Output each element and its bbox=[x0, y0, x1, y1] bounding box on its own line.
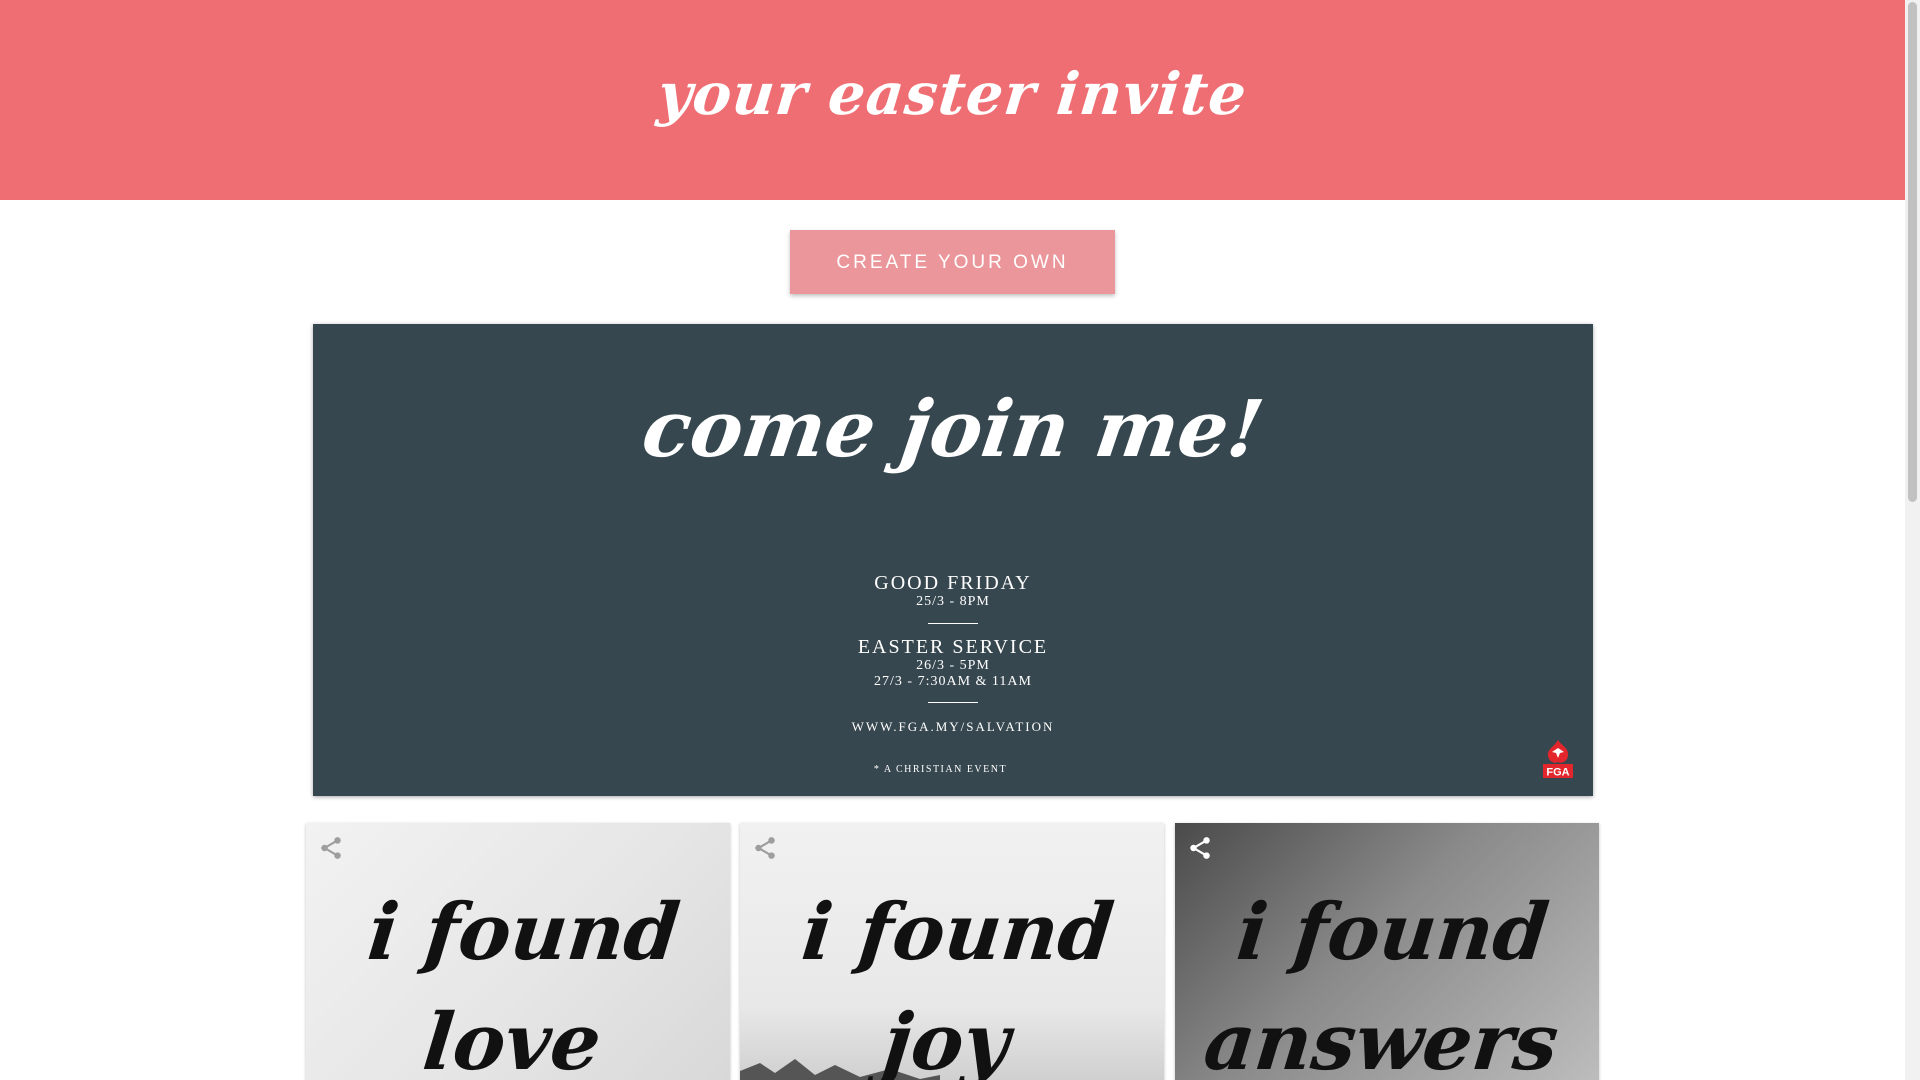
event-time: 25/3 - 8PM bbox=[916, 594, 990, 609]
gallery-line: joy bbox=[878, 997, 1014, 1080]
share-icon[interactable] bbox=[752, 835, 778, 861]
gallery-line: i found bbox=[363, 887, 684, 978]
gallery-card-text: i found joy bbox=[740, 878, 1164, 1080]
page-title: your easter invite bbox=[654, 60, 1251, 128]
event-time: 27/3 - 7:30AM & 11AM bbox=[874, 674, 1032, 689]
gallery-line: love bbox=[419, 997, 606, 1080]
gallery-line: i found bbox=[797, 887, 1118, 978]
disclaimer-text: * A CHRISTIAN EVENT bbox=[873, 764, 1008, 775]
fga-logo: FGA bbox=[1543, 740, 1573, 779]
gallery-card-joy[interactable]: i found joy bbox=[740, 823, 1164, 1080]
gallery-card-text: i found answers bbox=[1175, 878, 1599, 1080]
gallery-card-love[interactable]: i found love bbox=[306, 823, 730, 1080]
page: your easter invite CREATE YOUR OWN come … bbox=[0, 0, 1905, 1080]
event-time: 26/3 - 5PM bbox=[916, 658, 990, 673]
gallery-line: i found bbox=[1232, 887, 1553, 978]
gallery-card-answers[interactable]: i found answers bbox=[1175, 823, 1599, 1080]
header-banner: your easter invite bbox=[0, 0, 1905, 200]
event-good-friday: GOOD FRIDAY 25/3 - 8PM bbox=[313, 572, 1593, 610]
share-icon[interactable] bbox=[318, 835, 344, 861]
event-name: EASTER SERVICE bbox=[857, 636, 1049, 658]
gallery-line: answers bbox=[1200, 997, 1563, 1080]
create-your-own-button[interactable]: CREATE YOUR OWN bbox=[790, 230, 1115, 294]
website-link: WWW.FGA.MY/SALVATION bbox=[851, 719, 1055, 734]
scrollbar-thumb[interactable] bbox=[1908, 2, 1917, 502]
share-icon[interactable] bbox=[1187, 835, 1213, 861]
event-easter-service: EASTER SERVICE 26/3 - 5PM 27/3 - 7:30AM … bbox=[313, 636, 1593, 690]
divider bbox=[928, 623, 978, 624]
invite-title: come join me! bbox=[637, 384, 1269, 475]
divider bbox=[928, 702, 978, 703]
page-scrollbar[interactable] bbox=[1905, 0, 1920, 1080]
invite-card[interactable]: come join me! GOOD FRIDAY 25/3 - 8PM EAS… bbox=[313, 324, 1593, 796]
fga-logo-text: FGA bbox=[1546, 767, 1569, 779]
event-name: GOOD FRIDAY bbox=[874, 572, 1032, 594]
gallery-card-text: i found love bbox=[306, 878, 730, 1080]
